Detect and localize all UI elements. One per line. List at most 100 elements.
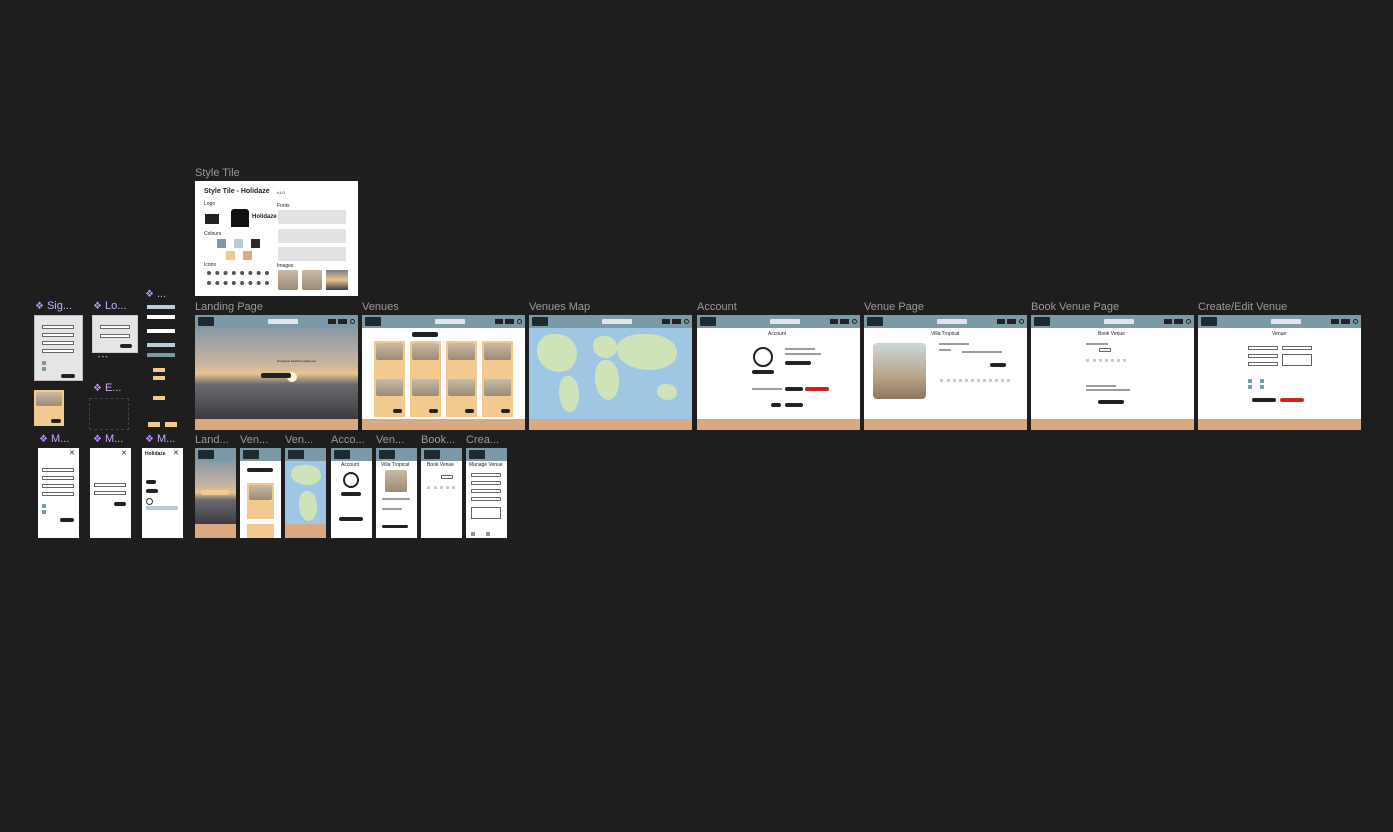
checkbox-icon[interactable] xyxy=(486,532,490,536)
frame-label-venues[interactable]: Venues xyxy=(362,301,399,314)
venue-card[interactable] xyxy=(482,377,513,417)
venue-page-frame[interactable]: Villa Tropical xyxy=(864,315,1027,430)
signup-button[interactable] xyxy=(338,319,347,324)
close-icon[interactable]: ✕ xyxy=(121,450,127,457)
user-icon[interactable] xyxy=(517,319,522,324)
component-label-misc[interactable]: ❖... xyxy=(145,288,166,301)
mobile-venues-frame[interactable] xyxy=(240,448,281,538)
frame-label-venue-page[interactable]: Venue Page xyxy=(864,301,924,314)
mobile-venue-frame[interactable]: Villa Tropical xyxy=(376,448,417,538)
logo-icon[interactable] xyxy=(1034,317,1050,326)
logo-icon[interactable] xyxy=(1201,317,1217,326)
modal-field[interactable] xyxy=(42,492,74,496)
venue-card[interactable] xyxy=(374,377,405,417)
calendar[interactable] xyxy=(940,379,1010,410)
cancel-booking-button[interactable] xyxy=(805,387,829,391)
style-tile-frame[interactable]: Style Tile - Holidaze v1.0 Logo Holidaze… xyxy=(195,181,358,296)
frame-label-mobile-map[interactable]: Ven... xyxy=(285,434,313,447)
view-button[interactable] xyxy=(429,409,438,413)
checkbox-icon[interactable] xyxy=(1248,385,1252,389)
frame-label-mobile-landing[interactable]: Land... xyxy=(195,434,229,447)
landing-page-frame[interactable]: Gorgeous beaches await you xyxy=(195,315,358,430)
component-label-signup[interactable]: ❖ Sig... xyxy=(35,300,72,313)
book-venue-frame[interactable]: Book Venue xyxy=(1031,315,1194,430)
search-input[interactable] xyxy=(937,319,967,324)
logo-icon[interactable] xyxy=(700,317,716,326)
venue-name-input[interactable] xyxy=(471,473,501,477)
menu-button[interactable] xyxy=(146,480,156,484)
login-component[interactable] xyxy=(92,315,138,353)
venue-name-input[interactable] xyxy=(1248,346,1278,350)
search-input[interactable] xyxy=(268,319,298,324)
checkbox-icon[interactable] xyxy=(1248,379,1252,383)
map-toggle-button[interactable] xyxy=(412,332,438,337)
venue-description-input[interactable] xyxy=(471,507,501,519)
checkbox-icon[interactable] xyxy=(42,510,46,514)
frame-label-mobile-venue[interactable]: Ven... xyxy=(376,434,404,447)
save-venue-button[interactable] xyxy=(1252,398,1276,402)
signup-field-4[interactable] xyxy=(42,349,74,353)
venue-card-button[interactable] xyxy=(51,419,61,423)
user-icon[interactable] xyxy=(146,498,153,505)
frame-label-venues-map[interactable]: Venues Map xyxy=(529,301,590,314)
modal-field[interactable] xyxy=(42,484,74,488)
checkbox-icon[interactable] xyxy=(42,367,46,371)
logo-icon[interactable] xyxy=(867,317,883,326)
venue-guests-input[interactable] xyxy=(471,489,501,493)
modal-submit-button[interactable] xyxy=(114,502,126,506)
change-avatar-button[interactable] xyxy=(752,370,774,374)
logo-icon[interactable] xyxy=(379,450,395,459)
mobile-landing-frame[interactable] xyxy=(195,448,236,538)
browse-venues-button[interactable] xyxy=(261,373,291,378)
venue-location-input[interactable] xyxy=(1282,346,1312,350)
checkbox-icon[interactable] xyxy=(1260,385,1264,389)
component-label-edit[interactable]: ❖ E... xyxy=(93,382,121,395)
venue-card-component[interactable] xyxy=(34,390,64,426)
search-input[interactable] xyxy=(146,506,178,510)
logo-icon[interactable] xyxy=(198,317,214,326)
signup-button[interactable] xyxy=(1174,319,1183,324)
venue-location-input[interactable] xyxy=(471,497,501,501)
guests-input[interactable] xyxy=(1099,348,1111,352)
bookings-button[interactable] xyxy=(785,403,803,407)
become-manager-button[interactable] xyxy=(785,361,811,365)
change-avatar-button[interactable] xyxy=(341,492,361,496)
search-input[interactable] xyxy=(770,319,800,324)
view-venue-button[interactable] xyxy=(785,387,803,391)
logo-icon[interactable] xyxy=(532,317,548,326)
login-button[interactable] xyxy=(495,319,503,324)
frame-label-mobile-account[interactable]: Acco... xyxy=(331,434,365,447)
user-icon[interactable] xyxy=(684,319,689,324)
map-toggle-button[interactable] xyxy=(247,468,273,472)
logo-icon[interactable] xyxy=(469,450,485,459)
component-label-modal-2[interactable]: ❖ M... xyxy=(93,433,123,446)
misc-component-stack[interactable] xyxy=(145,303,177,363)
browse-venues-button[interactable] xyxy=(201,490,229,495)
mobile-create-frame[interactable]: Manage Venue xyxy=(466,448,507,538)
mobile-menu-modal[interactable]: Holidaze ✕ xyxy=(142,448,183,538)
venue-card[interactable] xyxy=(247,483,274,519)
venue-description-input[interactable] xyxy=(1282,354,1312,366)
world-map[interactable] xyxy=(285,461,326,524)
signup-field-2[interactable] xyxy=(42,333,74,337)
logo-icon[interactable] xyxy=(198,450,214,459)
signup-button[interactable] xyxy=(1341,319,1350,324)
venue-price-input[interactable] xyxy=(471,481,501,485)
date-picker[interactable] xyxy=(427,486,455,521)
venue-guests-input[interactable] xyxy=(1248,362,1278,366)
frame-label-mobile-book[interactable]: Book... xyxy=(421,434,455,447)
search-input[interactable] xyxy=(1271,319,1301,324)
login-button[interactable] xyxy=(997,319,1005,324)
user-icon[interactable] xyxy=(852,319,857,324)
frame-label-landing[interactable]: Landing Page xyxy=(195,301,263,314)
signup-field-3[interactable] xyxy=(42,341,74,345)
login-field-2[interactable] xyxy=(100,334,130,338)
view-button[interactable] xyxy=(465,409,474,413)
date-picker[interactable] xyxy=(1086,359,1126,386)
search-input[interactable] xyxy=(602,319,632,324)
frame-label-book-venue[interactable]: Book Venue Page xyxy=(1031,301,1119,314)
modal-field[interactable] xyxy=(94,491,126,495)
logo-icon[interactable] xyxy=(424,450,440,459)
signup-button[interactable] xyxy=(672,319,681,324)
edit-button[interactable] xyxy=(771,403,781,407)
